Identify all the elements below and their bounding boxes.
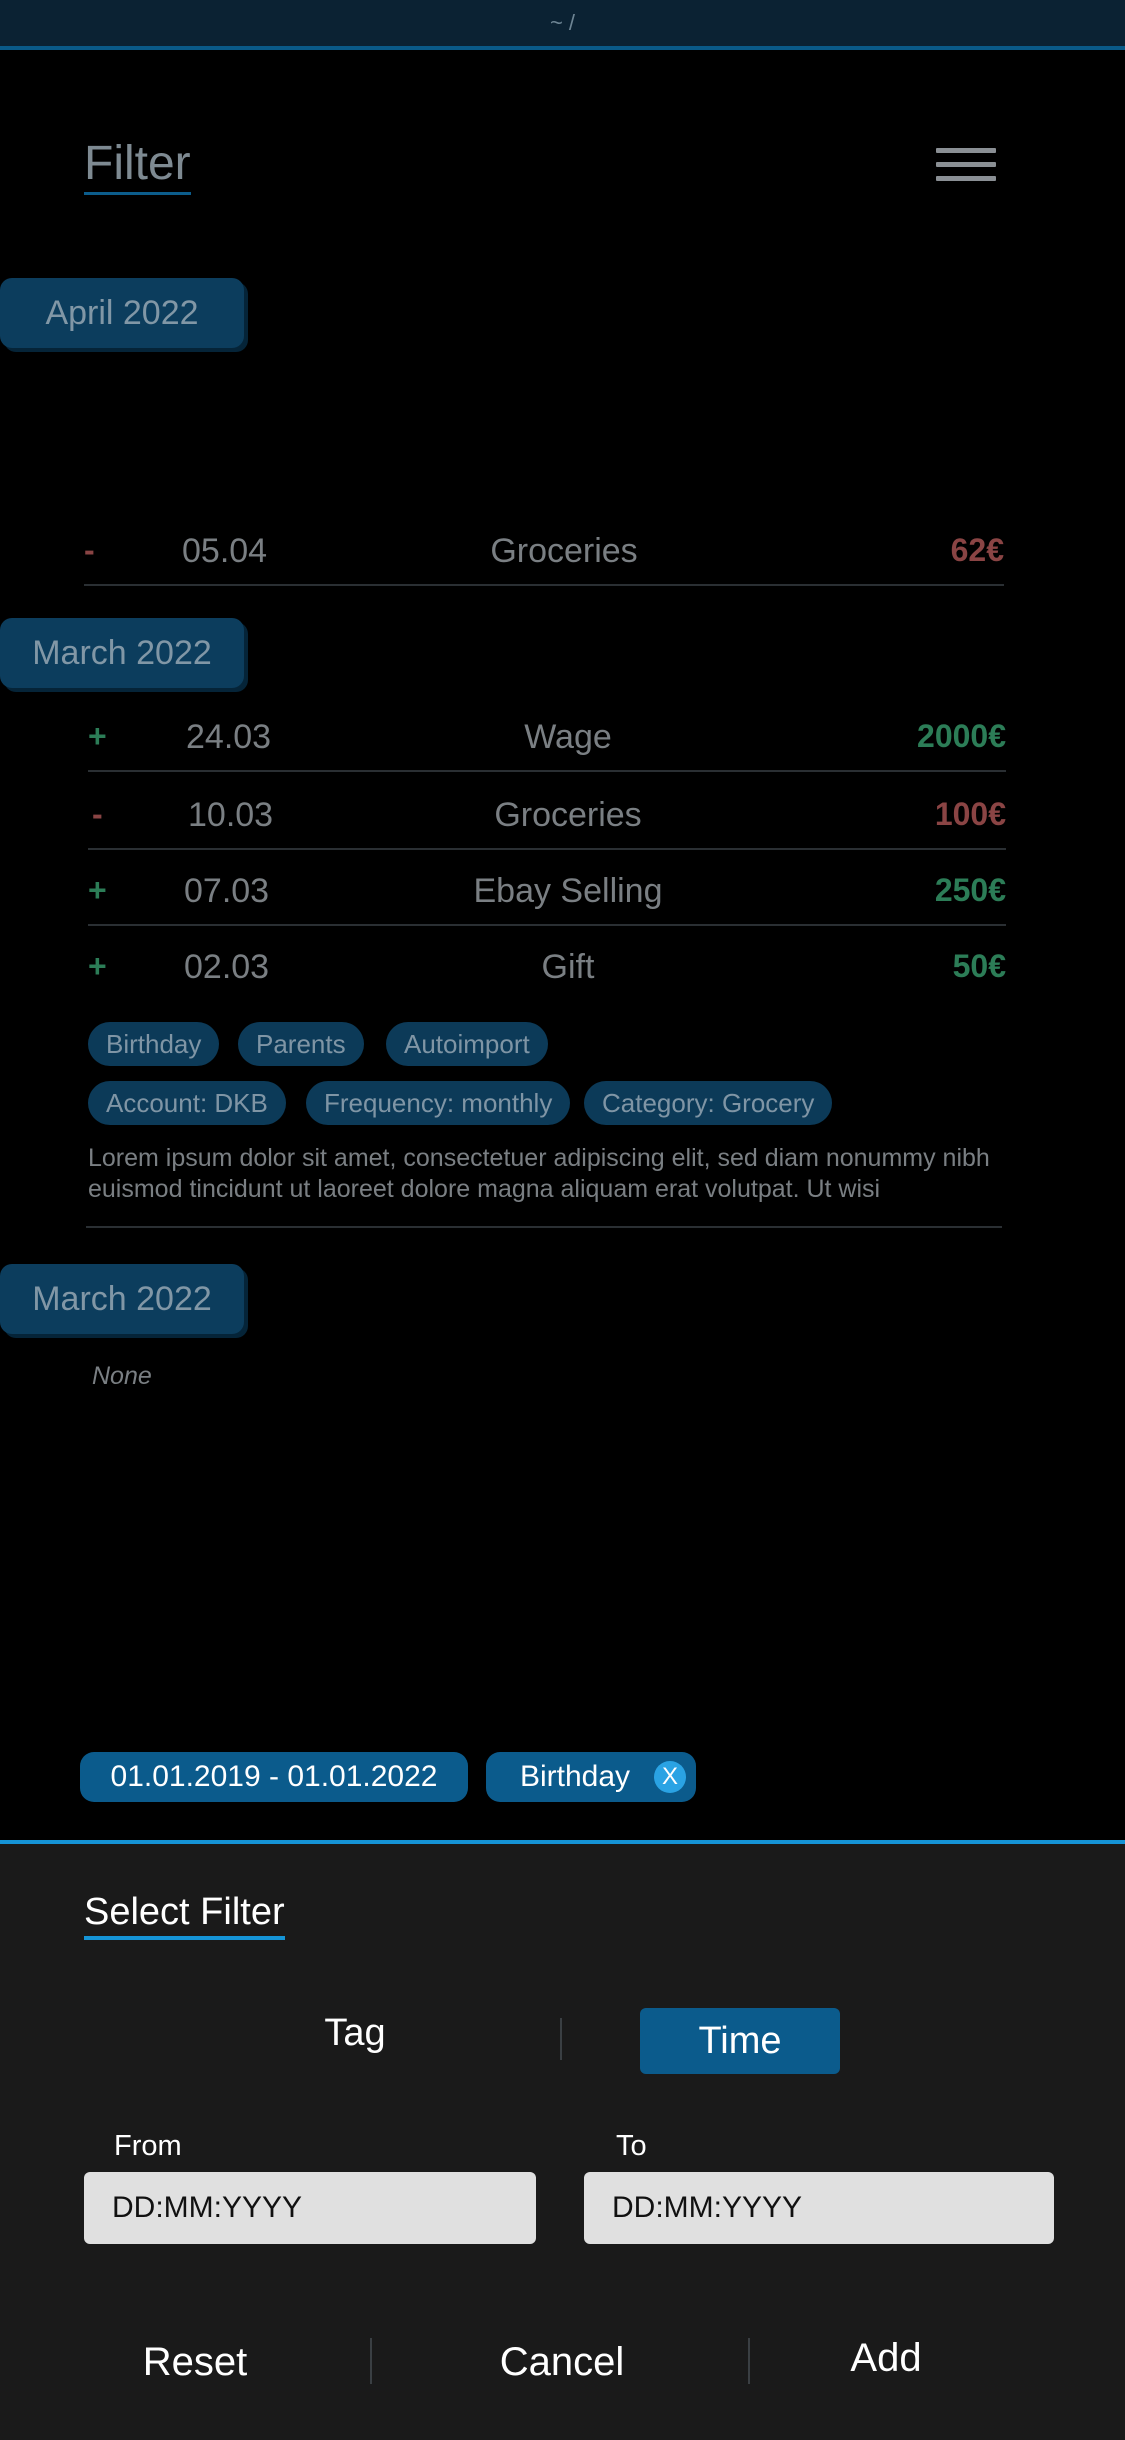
transaction-sign: - <box>84 532 95 568</box>
month-header-march-2022[interactable]: March 2022 <box>0 618 244 688</box>
transaction-description: Lorem ipsum dolor sit amet, consectetuer… <box>88 1144 990 1203</box>
active-filter-label: Birthday <box>520 1760 631 1793</box>
divider <box>86 1226 1002 1228</box>
tab-time[interactable]: Time <box>640 2008 840 2074</box>
tag-chip-parents[interactable]: Parents <box>238 1022 364 1066</box>
reset-button[interactable]: Reset <box>100 2340 290 2385</box>
attribute-chip-frequency[interactable]: Frequency: monthly <box>306 1081 571 1125</box>
page-title: Filter <box>84 138 191 195</box>
attribute-chip-category[interactable]: Category: Grocery <box>584 1081 833 1125</box>
top-path-bar: ~ / <box>0 0 1125 50</box>
filter-sheet: Select Filter Tag Time From To Reset Can… <box>0 1840 1125 2440</box>
transaction-label: Groceries <box>494 796 642 834</box>
transaction-amount: 100€ <box>934 796 1006 832</box>
transaction-label: Wage <box>524 718 612 756</box>
tag-chip-autoimport[interactable]: Autoimport <box>386 1022 548 1066</box>
tag-chip-birthday[interactable]: Birthday <box>88 1022 220 1066</box>
transaction-date: 07.03 <box>184 872 270 910</box>
transaction-amount: 250€ <box>934 872 1006 908</box>
cancel-button[interactable]: Cancel <box>462 2340 662 2385</box>
attribute-chip-account[interactable]: Account: DKB <box>88 1081 286 1125</box>
hamburger-icon[interactable] <box>936 148 996 186</box>
transaction-date: 05.04 <box>182 532 268 570</box>
segment-divider <box>560 2018 562 2060</box>
transaction-sign: + <box>88 718 107 754</box>
transaction-amount: 2000€ <box>917 718 1006 754</box>
transaction-date: 10.03 <box>188 796 274 834</box>
action-divider <box>748 2338 750 2384</box>
transaction-amount: 62€ <box>950 532 1004 568</box>
transaction-row[interactable]: + 02.03 Gift 50€ <box>88 936 1006 1000</box>
month-header-april-2022[interactable]: April 2022 <box>0 278 244 348</box>
transaction-date: 02.03 <box>184 948 270 986</box>
active-filter-birthday[interactable]: Birthday X <box>486 1752 696 1802</box>
empty-state-text: None <box>92 1362 152 1390</box>
transaction-row[interactable]: + 07.03 Ebay Selling 250€ <box>88 860 1006 926</box>
from-label: From <box>114 2130 182 2162</box>
to-label: To <box>616 2130 647 2162</box>
transaction-row[interactable]: + 24.03 Wage 2000€ <box>88 706 1006 772</box>
transaction-sign: + <box>88 872 107 908</box>
transaction-row[interactable]: - 10.03 Groceries 100€ <box>88 784 1006 850</box>
transaction-label: Ebay Selling <box>473 872 663 910</box>
sheet-title: Select Filter <box>84 1890 285 1940</box>
transaction-label: Gift <box>541 948 595 986</box>
transaction-date: 24.03 <box>186 718 272 756</box>
month-header-march-2022-empty[interactable]: March 2022 <box>0 1264 244 1334</box>
transaction-amount: 50€ <box>952 948 1006 984</box>
tab-tag[interactable]: Tag <box>280 2012 430 2055</box>
to-date-input[interactable] <box>584 2172 1054 2244</box>
active-filter-date-range[interactable]: 01.01.2019 - 01.01.2022 <box>80 1752 468 1802</box>
transaction-label: Groceries <box>490 532 638 570</box>
transaction-row[interactable]: - 05.04 Groceries 62€ <box>84 520 1004 586</box>
from-date-input[interactable] <box>84 2172 536 2244</box>
close-icon[interactable]: X <box>654 1761 686 1793</box>
action-divider <box>370 2338 372 2384</box>
transaction-sign: - <box>92 796 103 832</box>
transaction-sign: + <box>88 948 107 984</box>
add-button[interactable]: Add <box>816 2336 956 2381</box>
